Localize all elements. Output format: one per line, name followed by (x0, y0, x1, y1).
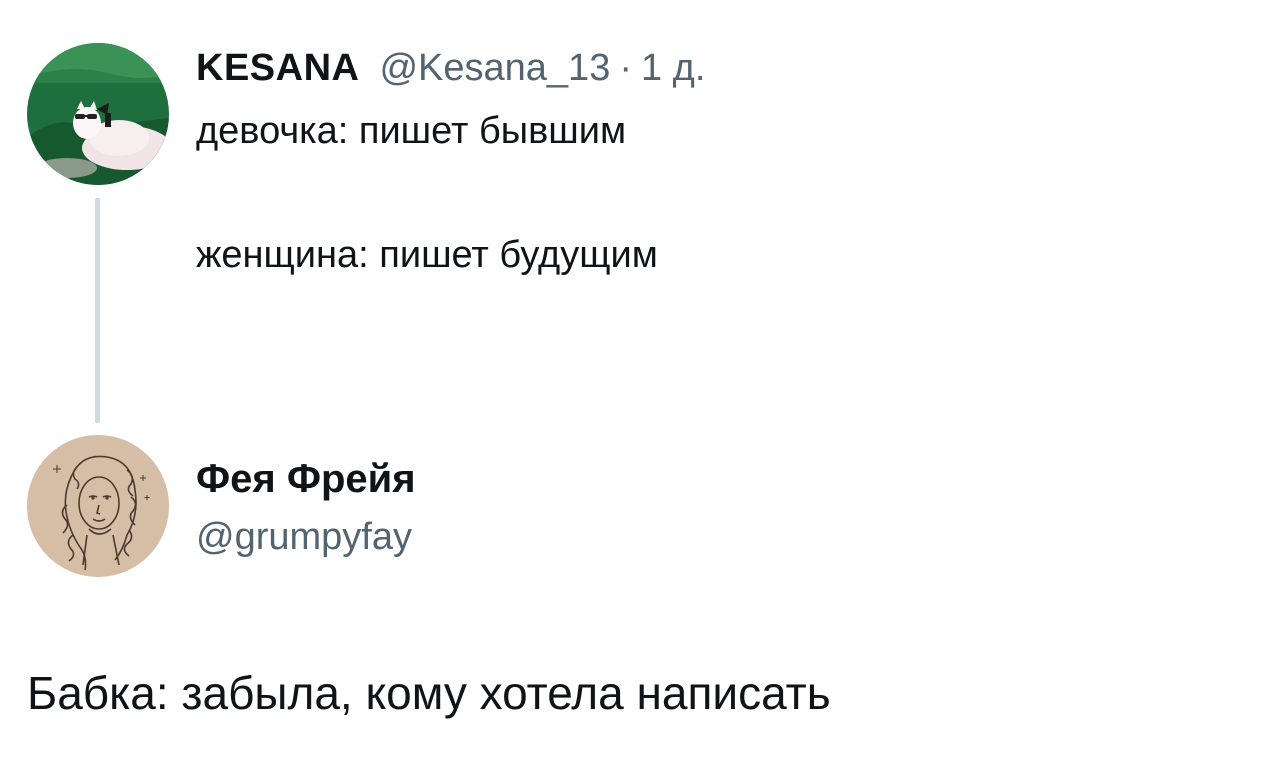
parent-tweet-timestamp[interactable]: 1 д. (641, 44, 705, 92)
grumpyfay-avatar[interactable] (27, 435, 169, 577)
grumpyfay-display-name[interactable]: Фея Фрейя (196, 454, 416, 504)
parent-tweet-text-line-2: женщина: пишет будущим (196, 234, 658, 276)
sketch-portrait-image (27, 435, 169, 577)
thread-connector-line (95, 198, 100, 423)
cat-on-sofa-image (27, 43, 169, 185)
parent-tweet-text-line-1: девочка: пишет бывшим (196, 110, 627, 152)
kesana-display-name[interactable]: KESANA (196, 44, 359, 92)
kesana-avatar[interactable] (27, 43, 169, 185)
reply-tweet-text: Бабка: забыла, кому хотела написать (27, 667, 831, 719)
grumpyfay-handle[interactable]: @grumpyfay (196, 513, 412, 561)
header-separator: · (619, 47, 632, 89)
kesana-handle[interactable]: @Kesana_13 (379, 44, 610, 92)
parent-tweet-header: KESANA @Kesana_13 · 1 д. (196, 44, 705, 92)
